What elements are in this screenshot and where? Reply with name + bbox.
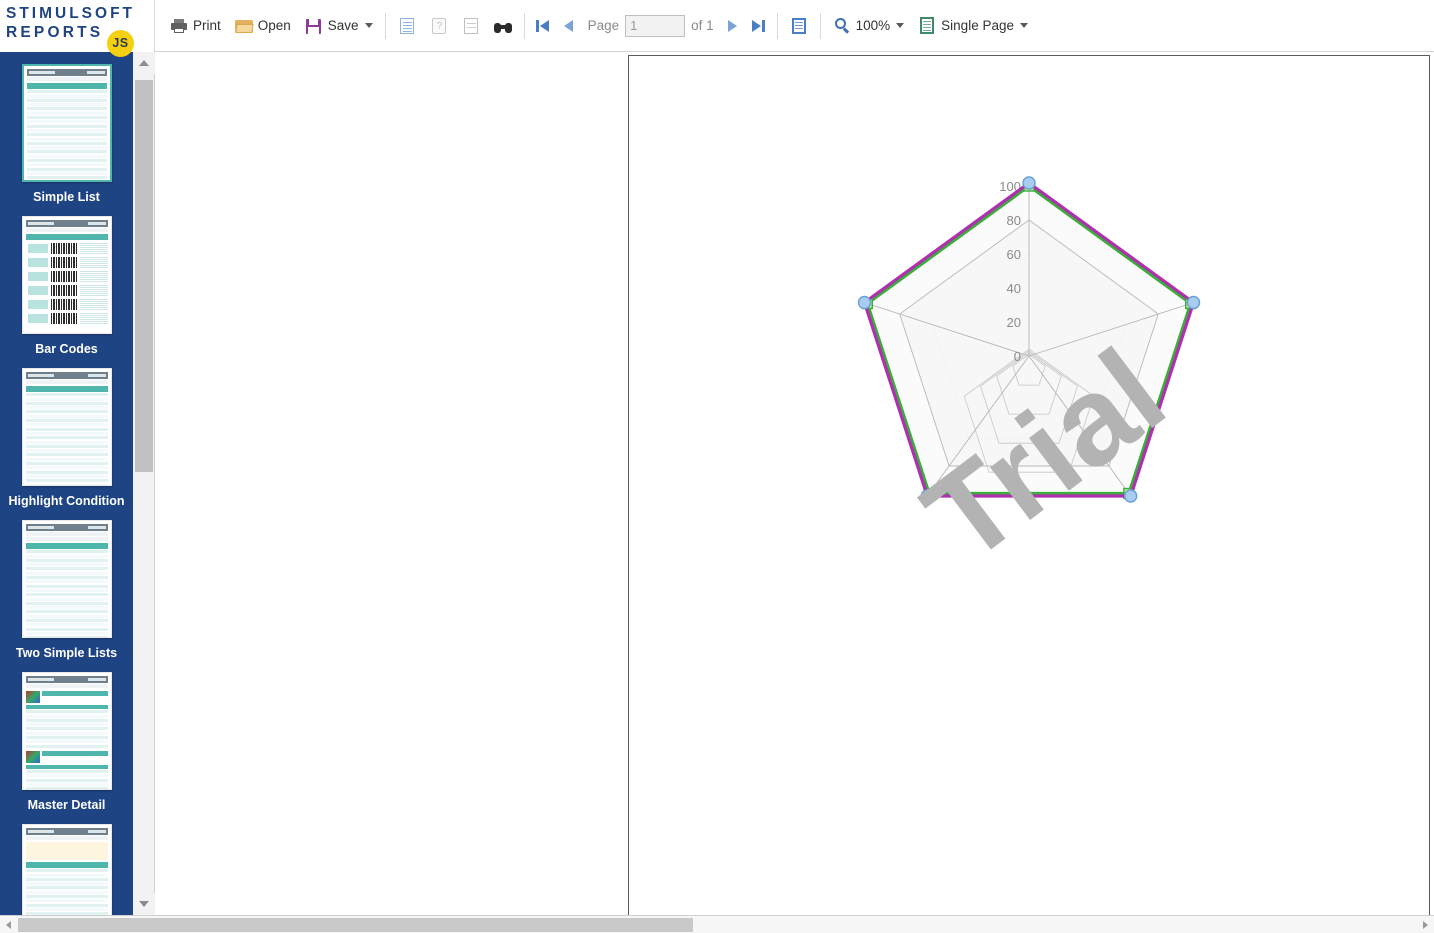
sidebar-scrollbar[interactable]	[133, 52, 155, 915]
thumbnail-content	[25, 524, 108, 637]
sidebar-item-label: Simple List	[33, 190, 100, 204]
sidebar-thumbnail-item[interactable]: Master Detail	[0, 660, 133, 812]
report-thumbnail-preview[interactable]	[21, 216, 112, 334]
document-viewer[interactable]: 0 20 40 60 80 100 Trial	[156, 53, 1434, 915]
first-page-button[interactable]	[530, 12, 556, 40]
find-button[interactable]	[487, 11, 519, 41]
page-total-label: of 1	[691, 18, 714, 33]
save-label: Save	[327, 18, 359, 33]
printer-icon	[170, 17, 188, 35]
thumbnail-content	[26, 69, 107, 180]
javascript-badge-icon: JS	[107, 30, 134, 57]
chevron-down-icon[interactable]	[364, 23, 373, 28]
floppy-disk-icon	[305, 17, 323, 35]
sidebar-thumbnail-item[interactable]: Simple List	[0, 52, 133, 204]
print-button[interactable]: Print	[163, 11, 228, 41]
open-label: Open	[257, 18, 291, 33]
scroll-left-button[interactable]	[0, 916, 17, 933]
binoculars-find-icon	[493, 17, 512, 35]
report-thumbnail-preview[interactable]	[21, 824, 112, 915]
page-navigation: Page of 1	[530, 11, 772, 41]
print-label: Print	[193, 18, 221, 33]
previous-page-icon	[564, 19, 574, 32]
page-word-label: Page	[587, 18, 620, 33]
open-button[interactable]: Open	[228, 11, 298, 41]
sidebar-item-label: Bar Codes	[35, 342, 98, 356]
report-thumbnail-preview[interactable]	[21, 64, 112, 182]
single-page-icon	[918, 16, 936, 35]
viewer-toolbar: Print Open Save ? Page 1 of 1 100% Singl…	[155, 0, 1434, 52]
next-page-icon	[728, 19, 738, 32]
sidebar-item-label: Highlight Condition	[8, 494, 125, 508]
sidebar-scroll-up-button[interactable]	[133, 52, 155, 74]
reports-thumbnail-list: Simple List Bar Codes Highlight Condition T…	[0, 52, 133, 915]
previous-page-button[interactable]	[556, 12, 582, 40]
bookmarks-button[interactable]	[391, 11, 423, 41]
view-mode-label: Single Page	[941, 18, 1014, 33]
chevron-down-icon-zoom[interactable]	[896, 23, 905, 28]
full-screen-icon	[790, 17, 808, 35]
sidebar-thumbnail-item[interactable]: Two Simple Lists	[0, 508, 133, 660]
zoom-button[interactable]: 100%	[826, 11, 912, 41]
thumbnail-content	[25, 828, 108, 915]
full-screen-button[interactable]	[783, 11, 815, 41]
zoom-level-label: 100%	[855, 18, 891, 33]
thumbnail-content	[25, 220, 108, 330]
horizontal-scrollbar[interactable]	[0, 915, 1434, 933]
parameters-button[interactable]: ?	[423, 11, 455, 41]
sidebar-scrollbar-thumb[interactable]	[135, 80, 153, 472]
svg-text:40: 40	[1007, 281, 1021, 296]
magnifier-icon	[833, 17, 851, 35]
scroll-right-button[interactable]	[1417, 916, 1434, 933]
triangle-down-icon	[139, 901, 149, 907]
parameters-icon: ?	[430, 17, 448, 35]
sidebar-scroll-down-button[interactable]	[133, 893, 155, 915]
sidebar-item-label: Two Simple Lists	[15, 646, 118, 660]
page-number-input[interactable]	[625, 14, 686, 37]
reports-sidebar[interactable]: Simple List Bar Codes Highlight Condition T…	[0, 52, 133, 915]
thumbnail-content	[25, 676, 108, 789]
sidebar-thumbnail-item[interactable]	[0, 812, 133, 915]
report-thumbnail-preview[interactable]	[21, 672, 112, 790]
sidebar-thumbnail-item[interactable]: Highlight Condition	[0, 356, 133, 508]
resources-icon	[462, 17, 480, 35]
report-thumbnail-preview[interactable]	[21, 520, 112, 638]
next-page-button[interactable]	[720, 12, 746, 40]
brand-logo-line1: STIMULSOFT	[6, 5, 136, 22]
first-page-icon	[536, 19, 540, 32]
report-page: 0 20 40 60 80 100 Trial	[628, 55, 1430, 915]
folder-open-icon	[234, 17, 254, 35]
horizontal-scrollbar-thumb[interactable]	[18, 918, 693, 932]
report-thumbnail-preview[interactable]	[21, 368, 112, 486]
resources-button[interactable]	[455, 11, 487, 41]
stimulsoft-report-viewer: STIMULSOFT REPORTS JS Print Open Save ? …	[0, 0, 1434, 933]
last-page-button[interactable]	[746, 12, 772, 40]
thumbnail-content	[25, 372, 108, 485]
triangle-left-icon	[6, 920, 11, 929]
toolbar-separator	[384, 12, 386, 39]
sidebar-item-label: Master Detail	[27, 798, 106, 812]
toolbar-separator-3	[776, 12, 778, 39]
view-mode-button[interactable]: Single Page	[911, 11, 1035, 41]
svg-text:60: 60	[1007, 247, 1021, 262]
save-button[interactable]: Save	[298, 11, 380, 41]
chevron-down-icon-viewmode[interactable]	[1019, 23, 1028, 28]
svg-text:20: 20	[1007, 315, 1021, 330]
svg-text:80: 80	[1007, 213, 1021, 228]
toolbar-separator-2	[523, 12, 525, 39]
triangle-up-icon	[139, 60, 149, 66]
svg-text:0: 0	[1014, 349, 1021, 364]
bookmarks-icon	[398, 17, 416, 35]
triangle-right-icon	[1423, 920, 1428, 929]
sidebar-thumbnail-item[interactable]: Bar Codes	[0, 204, 133, 356]
toolbar-separator-4	[819, 12, 821, 39]
last-page-icon	[762, 19, 766, 32]
